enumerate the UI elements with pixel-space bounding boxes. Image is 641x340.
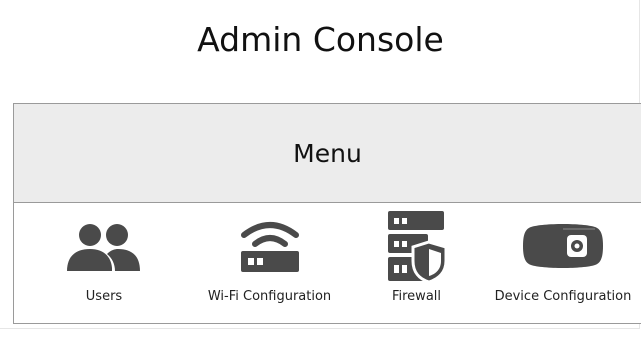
menu-item-label: Wi-Fi Configuration [207, 289, 332, 304]
menu-panel: Menu Users Wi-Fi Configuration Firewall … [13, 103, 641, 324]
menu-item-label: Firewall [391, 289, 442, 304]
menu-items: Users Wi-Fi Configuration Firewall Devic… [14, 203, 641, 324]
device-icon [523, 221, 603, 271]
wifi-router-icon [238, 221, 302, 273]
users-icon [67, 223, 141, 273]
menu-item-wifi-configuration[interactable]: Wi-Fi Configuration [182, 203, 357, 324]
menu-item-label: Users [85, 289, 123, 304]
firewall-icon [386, 209, 448, 283]
menu-header: Menu [14, 104, 641, 203]
menu-item-device-configuration[interactable]: Device Configuration [484, 203, 641, 324]
page-title: Admin Console [197, 20, 444, 59]
menu-item-label: Device Configuration [494, 289, 632, 304]
menu-item-firewall[interactable]: Firewall [364, 203, 469, 324]
menu-item-users[interactable]: Users [54, 203, 154, 324]
menu-title: Menu [293, 138, 362, 168]
